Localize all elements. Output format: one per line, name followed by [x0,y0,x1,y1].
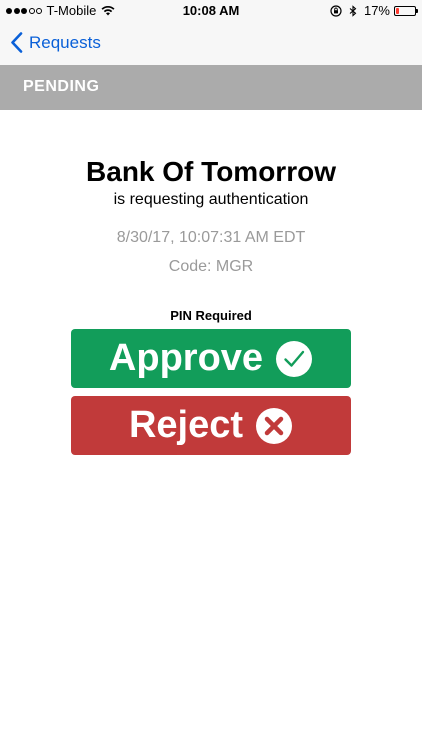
request-code: Code: MGR [168,258,254,275]
status-right: 17% [330,3,418,18]
battery-fill [396,7,399,14]
battery-nub [416,9,418,13]
battery-icon [394,5,418,16]
pending-section-header: PENDING [0,65,422,110]
approve-button-label: Approve [108,337,264,379]
chevron-left-icon [11,32,23,53]
reject-button-label: Reject [128,404,244,446]
back-button[interactable]: Requests [10,32,101,53]
approve-button[interactable]: Approve [71,329,351,388]
request-subtitle: is requesting authentication [113,191,309,208]
status-bar: T-Mobile 10:08 AM 17% [0,0,422,22]
request-timestamp: 8/30/17, 10:07:31 AM EDT [116,229,306,246]
pin-required-label: PIN Required [170,308,252,323]
screen: T-Mobile 10:08 AM 17% Requests PENDING B… [0,0,422,750]
requester-name: Bank Of Tomorrow [86,156,336,187]
pending-label: PENDING [23,78,100,95]
top-bar: T-Mobile 10:08 AM 17% Requests [0,0,422,65]
checkmark-circle-icon [276,340,313,377]
reject-button[interactable]: Reject [71,396,351,455]
x-circle-icon [256,407,293,444]
battery-percent: 17% [363,3,390,18]
bluetooth-icon [349,4,357,17]
back-button-label: Requests [29,32,101,52]
rotation-lock-icon [330,4,342,17]
